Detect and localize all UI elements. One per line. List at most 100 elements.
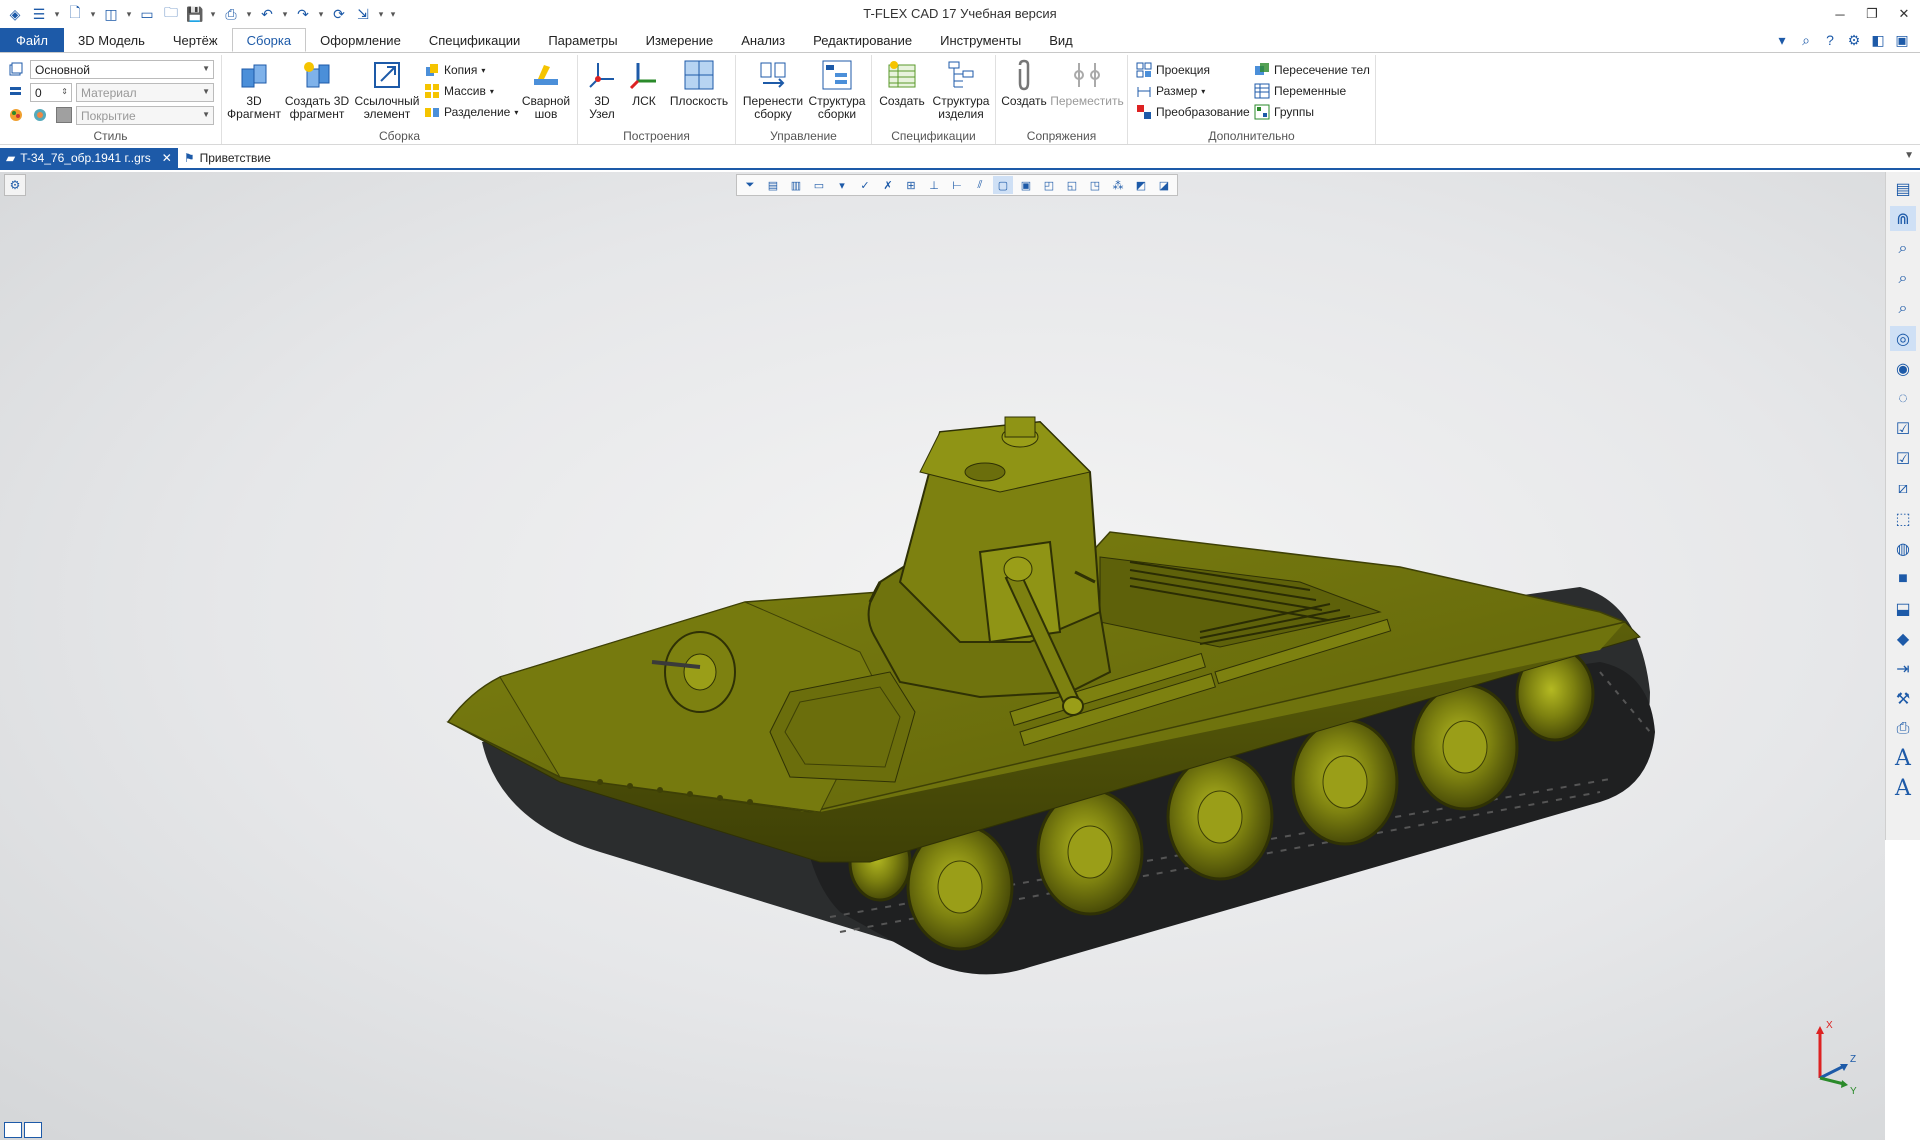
move-assembly-button[interactable]: Перенести сборку xyxy=(742,59,804,121)
check-filter-icon[interactable]: ✓ xyxy=(855,176,875,194)
reference-element-button[interactable]: Ссылочный элемент xyxy=(352,59,422,121)
new-3d-icon[interactable]: ◫ xyxy=(100,3,122,25)
layer-combo[interactable]: Основной ▼ xyxy=(30,60,214,79)
model-tree-toggle-button[interactable]: ⚙ xyxy=(4,174,26,196)
wrench-icon[interactable]: ⚒ xyxy=(1890,686,1916,711)
visibility-icon[interactable]: ◌ xyxy=(1890,386,1916,411)
text-icon[interactable]: A xyxy=(1890,776,1916,801)
checked-cube-icon[interactable]: ☑ xyxy=(1890,416,1916,441)
magnet-icon[interactable]: ⋒ xyxy=(1890,206,1916,231)
globe-icon[interactable]: ◍ xyxy=(1890,536,1916,561)
tab-parameters[interactable]: Параметры xyxy=(534,28,631,52)
split-view-icon[interactable] xyxy=(4,1122,22,1138)
close-icon[interactable]: ✕ xyxy=(162,151,172,165)
selection-filter-icon[interactable]: ▭ xyxy=(809,176,829,194)
tab-assembly[interactable]: Сборка xyxy=(231,28,307,52)
plane-button[interactable]: Плоскость xyxy=(666,59,732,108)
fragment-filter-icon[interactable]: ◩ xyxy=(1131,176,1151,194)
save-icon[interactable]: 💾 xyxy=(184,3,206,25)
chevron-down-icon[interactable]: ▾ xyxy=(1772,30,1792,50)
window-layout-icon[interactable]: ▤ xyxy=(1890,176,1916,201)
create-spec-button[interactable]: Создать xyxy=(876,59,928,108)
groups-button[interactable]: Группы xyxy=(1254,103,1314,121)
help-icon[interactable]: ? xyxy=(1820,30,1840,50)
material-combo[interactable]: Материал ▼ xyxy=(76,83,214,102)
zoom-fit-icon[interactable]: ⌕ xyxy=(1890,296,1916,321)
tab-measure[interactable]: Измерение xyxy=(632,28,728,52)
single-view-icon[interactable] xyxy=(24,1122,42,1138)
face-filter-icon[interactable]: ▣ xyxy=(1016,176,1036,194)
color-swatch[interactable] xyxy=(56,107,72,123)
layer-icon[interactable] xyxy=(8,61,24,79)
tab-annotation[interactable]: Оформление xyxy=(306,28,415,52)
axis-icon[interactable]: ⊥ xyxy=(924,176,944,194)
restore-button[interactable]: ❐ xyxy=(1856,0,1888,28)
move-mate-button[interactable]: Переместить xyxy=(1050,59,1124,108)
redo-icon[interactable]: ↷ xyxy=(292,3,314,25)
wire-cube-icon[interactable]: ⬚ xyxy=(1890,506,1916,531)
level-icon[interactable] xyxy=(8,83,24,101)
3d-viewport[interactable]: ⚙ ⏷ ▤ ▥ ▭ ▾ ✓ ✗ ⊞ ⊥ ⊢ ⫽ ▢ ▣ ◰ ◱ ◳ ⁂ ◩ ◪ … xyxy=(0,172,1885,1140)
layout-icon[interactable]: ◧ xyxy=(1868,30,1888,50)
weld-seam-button[interactable]: Сварной шов xyxy=(518,59,574,121)
tab-analysis[interactable]: Анализ xyxy=(727,28,799,52)
customize-qat-icon[interactable]: ▾ xyxy=(388,3,398,25)
array-button[interactable]: Массив ▾ xyxy=(424,82,494,100)
glasses-icon[interactable]: ◎ xyxy=(1890,326,1916,351)
minimize-button[interactable]: ─ xyxy=(1824,0,1856,28)
green-cube-icon[interactable]: ◆ xyxy=(1890,626,1916,651)
regenerate-icon[interactable]: ⟳ xyxy=(328,3,350,25)
chevron-down-icon[interactable]: ▾ xyxy=(52,3,62,25)
transform-button[interactable]: Преобразование xyxy=(1136,103,1250,121)
menu-icon[interactable]: ☰ xyxy=(28,3,50,25)
tab-3d-model[interactable]: 3D Модель xyxy=(64,28,159,52)
tab-specifications[interactable]: Спецификации xyxy=(415,28,535,52)
projection-button[interactable]: Проекция xyxy=(1136,61,1210,79)
send-icon[interactable]: ⇥ xyxy=(1890,656,1916,681)
tab-view[interactable]: Вид xyxy=(1035,28,1087,52)
text-style-icon[interactable]: A xyxy=(1890,746,1916,771)
settings-icon[interactable]: ⚙ xyxy=(1844,30,1864,50)
checked-cubes-icon[interactable]: ☑ xyxy=(1890,446,1916,471)
undo-icon[interactable]: ↶ xyxy=(256,3,278,25)
copy-button[interactable]: Копия ▾ xyxy=(424,61,485,79)
coating-combo[interactable]: Покрытие ▼ xyxy=(76,106,214,125)
tank-model[interactable] xyxy=(0,172,1885,1140)
section-plane-icon[interactable]: ⧄ xyxy=(1890,476,1916,501)
tab-file[interactable]: Файл xyxy=(0,28,64,52)
point-filter-icon[interactable]: ⁂ xyxy=(1108,176,1128,194)
app-logo-icon[interactable]: ◈ xyxy=(4,3,26,25)
chevron-down-icon[interactable]: ▾ xyxy=(88,3,98,25)
body-filter-icon[interactable]: ▢ xyxy=(993,176,1013,194)
lcs-filter-icon[interactable]: ⊢ xyxy=(947,176,967,194)
yellow-cube-icon[interactable]: ■ xyxy=(1890,566,1916,591)
assembly-structure-button[interactable]: Структура сборки xyxy=(806,59,868,121)
window-icon[interactable]: ▭ xyxy=(136,3,158,25)
grid-icon[interactable]: ⊞ xyxy=(901,176,921,194)
printer-icon[interactable]: ⎙ xyxy=(1890,716,1916,741)
3d-fragment-button[interactable]: 3D Фрагмент xyxy=(226,59,282,121)
zoom-icon[interactable]: ⌕ xyxy=(1890,236,1916,261)
level-stepper[interactable]: 0 ⇕ xyxy=(30,83,72,102)
chevron-down-icon[interactable]: ▾ xyxy=(376,3,386,25)
color-palette-icon[interactable] xyxy=(8,106,24,124)
body-intersection-button[interactable]: Пересечение тел xyxy=(1254,61,1370,79)
appearance-icon[interactable] xyxy=(32,106,48,124)
variables-button[interactable]: Переменные xyxy=(1254,82,1346,100)
axis-cube-icon[interactable]: ⬓ xyxy=(1890,596,1916,621)
export-icon[interactable]: ⇲ xyxy=(352,3,374,25)
filter-icon[interactable]: ⏷ xyxy=(740,176,760,194)
operation-filter-icon[interactable]: ◪ xyxy=(1154,176,1174,194)
solid-filter-icon[interactable]: ◰ xyxy=(1039,176,1059,194)
close-button[interactable]: ✕ xyxy=(1888,0,1920,28)
edge-icon[interactable]: ⫽ xyxy=(970,176,990,194)
chevron-down-icon[interactable]: ▾ xyxy=(208,3,218,25)
3d-node-button[interactable]: 3D Узел xyxy=(582,59,622,121)
create-mate-button[interactable]: Создать xyxy=(1000,59,1048,108)
tab-tools[interactable]: Инструменты xyxy=(926,28,1035,52)
chevron-down-icon[interactable]: ▾ xyxy=(244,3,254,25)
layers-filter-icon[interactable]: ▥ xyxy=(786,176,806,194)
chevron-down-icon[interactable]: ▾ xyxy=(124,3,134,25)
chevron-down-icon[interactable]: ▾ xyxy=(280,3,290,25)
filter-settings-icon[interactable]: ▤ xyxy=(763,176,783,194)
